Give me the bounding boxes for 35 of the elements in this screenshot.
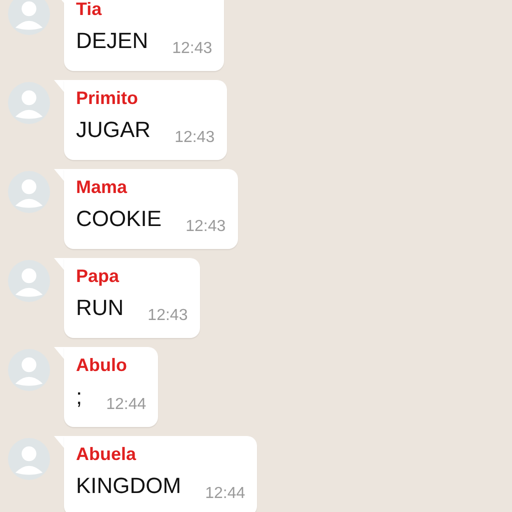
- sender-name: Mama: [76, 176, 128, 198]
- message-text: JUGAR: [76, 117, 151, 143]
- message-bubble[interactable]: Mama COOKIE 12:43: [64, 169, 238, 249]
- bubble-tail: [54, 347, 64, 359]
- bubble-tail: [54, 258, 64, 270]
- message-text: KINGDOM: [76, 473, 182, 499]
- message-time: 12:43: [186, 218, 226, 236]
- bubble-tail: [54, 436, 64, 448]
- message-text: DEJEN: [76, 28, 148, 54]
- message-time: 12:43: [172, 40, 212, 58]
- sender-name: Papa: [76, 265, 120, 287]
- avatar-icon[interactable]: [8, 171, 50, 213]
- message-time: 12:44: [106, 396, 146, 414]
- sender-name: Tia: [76, 0, 103, 20]
- sender-name: Abuela: [76, 443, 138, 465]
- message-bubble[interactable]: Abulo ; 12:44: [64, 347, 158, 427]
- avatar-icon[interactable]: [8, 0, 50, 35]
- message-bubble[interactable]: Papa RUN 12:43: [64, 258, 200, 338]
- message-text: COOKIE: [76, 206, 162, 232]
- avatar-icon[interactable]: [8, 260, 50, 302]
- avatar-icon[interactable]: [8, 349, 50, 391]
- sender-name: Abulo: [76, 354, 128, 376]
- avatar-icon[interactable]: [8, 438, 50, 480]
- message-text: ;: [76, 384, 82, 410]
- message-text: RUN: [76, 295, 124, 321]
- bubble-tail: [54, 80, 64, 92]
- avatar-icon[interactable]: [8, 82, 50, 124]
- sender-name: Primito: [76, 87, 140, 109]
- bubble-tail: [54, 169, 64, 181]
- message-bubble[interactable]: Abuela KINGDOM 12:44: [64, 436, 258, 512]
- message-bubble[interactable]: Tia DEJEN 12:43: [64, 0, 224, 71]
- message-time: 12:44: [205, 485, 246, 503]
- message-time: 12:43: [148, 307, 188, 325]
- message-bubble[interactable]: Primito JUGAR 12:43: [64, 80, 227, 160]
- message-time: 12:43: [174, 129, 215, 147]
